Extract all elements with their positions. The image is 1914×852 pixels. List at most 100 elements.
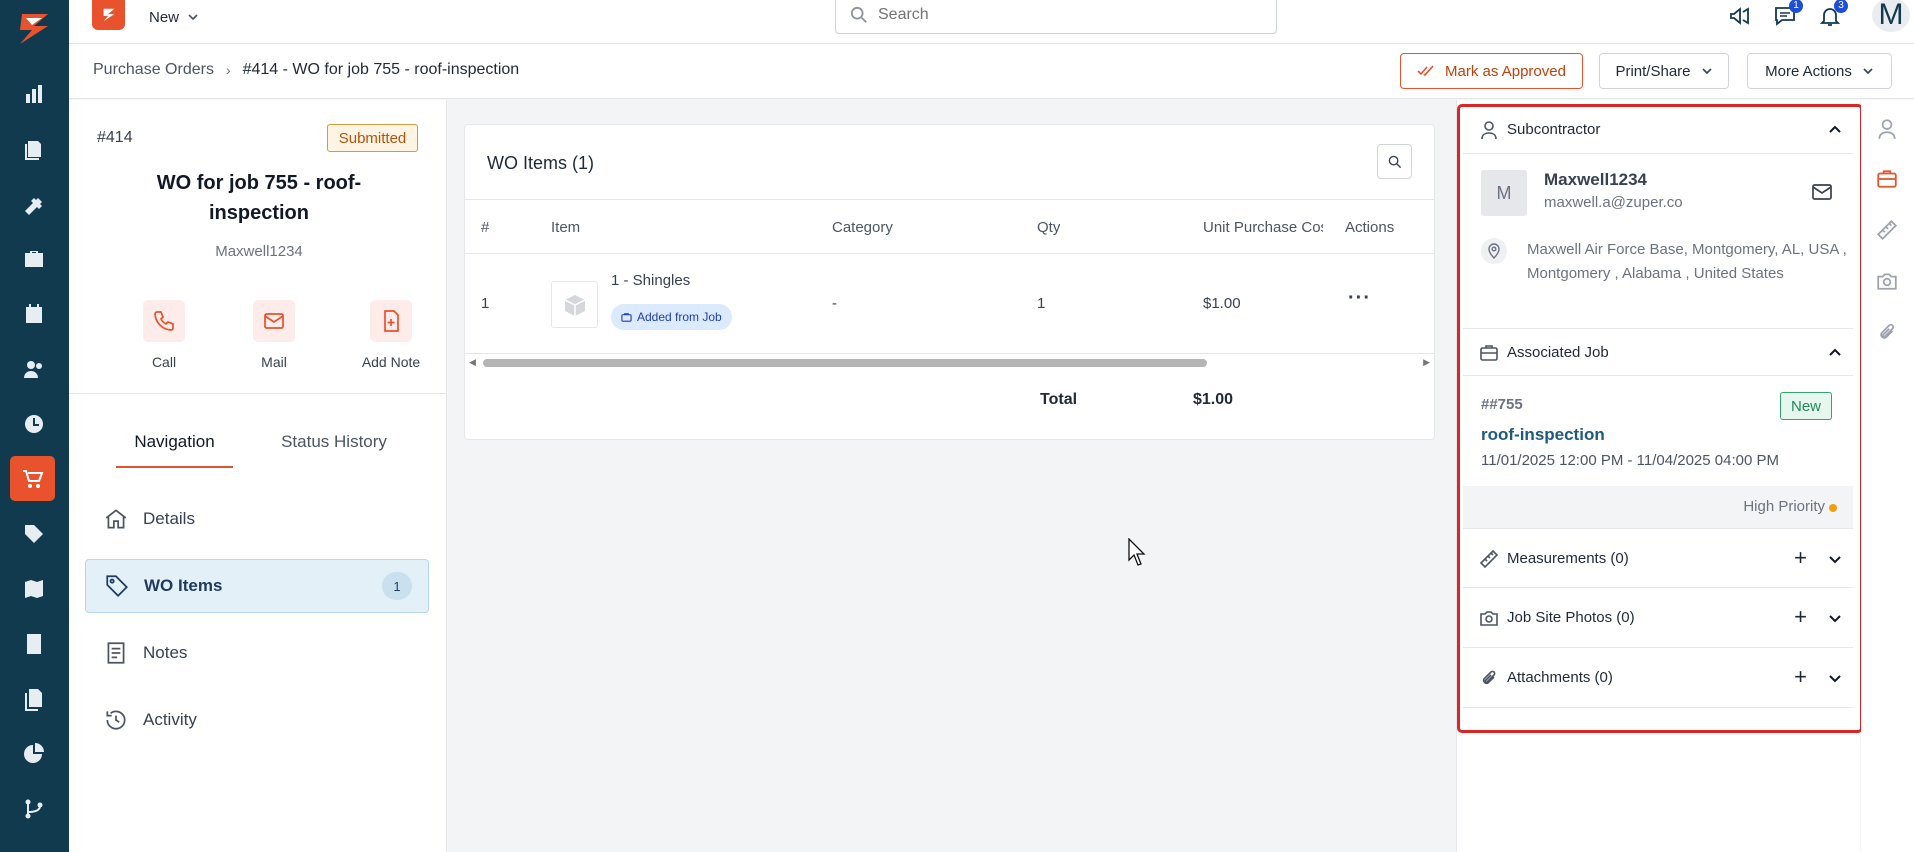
page-header: Purchase Orders › #414 - WO for job 755 … <box>69 44 1914 99</box>
camera-icon[interactable] <box>1876 270 1900 294</box>
add-note-icon <box>384 310 399 332</box>
measurements-section-header[interactable]: Measurements (0) + <box>1463 528 1853 588</box>
scroll-left-arrow[interactable]: ◀ <box>469 357 476 368</box>
map-icon[interactable] <box>18 573 50 605</box>
side-panel-tabs <box>1861 100 1914 852</box>
tools-icon[interactable] <box>18 188 50 220</box>
order-title: WO for job 755 - roof-inspection <box>156 172 362 224</box>
mail-icon[interactable] <box>1810 180 1834 204</box>
add-measurement-button[interactable]: + <box>1794 547 1807 569</box>
reports-icon[interactable] <box>18 738 50 770</box>
add-photo-button[interactable]: + <box>1794 606 1807 628</box>
chevron-down-icon[interactable] <box>1827 551 1843 567</box>
double-check-icon <box>1417 65 1434 77</box>
job-site-photos-heading: Job Site Photos (0) <box>1507 609 1635 626</box>
col-actions: Actions <box>1345 219 1395 236</box>
call-action[interactable]: Call <box>119 300 209 370</box>
tab-navigation[interactable]: Navigation <box>116 432 233 468</box>
chevron-down-icon <box>1863 68 1873 75</box>
chevron-up-icon[interactable] <box>1827 122 1843 138</box>
breadcrumb-parent[interactable]: Purchase Orders <box>93 61 214 79</box>
scroll-right-arrow[interactable]: ▶ <box>1423 357 1430 368</box>
print-share-button[interactable]: Print/Share <box>1599 53 1729 89</box>
print-share-label: Print/Share <box>1615 62 1691 80</box>
add-attachment-button[interactable]: + <box>1794 666 1807 688</box>
notes-icon <box>107 642 125 664</box>
nav-label: Notes <box>143 643 188 662</box>
user-icon[interactable] <box>1876 118 1900 142</box>
table-header: # Item Category Qty Unit Purchase Cost A… <box>465 199 1434 254</box>
search-input[interactable] <box>878 6 1258 24</box>
purchase-orders-icon[interactable] <box>10 456 55 501</box>
app-sidebar <box>0 0 69 852</box>
user-avatar[interactable]: M <box>1872 0 1910 32</box>
dashboard-icon[interactable] <box>18 78 50 110</box>
order-summary-panel: #414 Submitted WO for job 755 - roof-ins… <box>69 100 447 852</box>
nav-item-details[interactable]: Details <box>85 492 429 546</box>
app-badge-icon[interactable] <box>92 0 125 30</box>
documents-icon[interactable] <box>18 683 50 715</box>
status-badge: Submitted <box>327 124 418 152</box>
new-label: New <box>149 8 180 26</box>
horizontal-scrollbar[interactable]: ◀ ▶ <box>469 357 1430 369</box>
scroll-thumb[interactable] <box>483 359 1207 367</box>
subcontractor-email: maxwell.a@zuper.co <box>1544 194 1683 211</box>
chat-badge: 1 <box>1789 0 1803 13</box>
job-dates: 11/01/2025 12:00 PM - 11/04/2025 04:00 P… <box>1481 452 1779 469</box>
briefcase-icon[interactable] <box>18 243 50 275</box>
tab-status-history[interactable]: Status History <box>269 432 399 468</box>
timesheet-icon[interactable] <box>18 408 50 440</box>
chevron-down-icon <box>188 14 198 21</box>
jobs-icon[interactable] <box>18 133 50 165</box>
ruler-icon[interactable] <box>1876 219 1900 243</box>
associated-job-section-header[interactable]: Associated Job <box>1463 328 1853 376</box>
customers-icon[interactable] <box>18 353 50 385</box>
mark-approved-button[interactable]: Mark as Approved <box>1400 53 1583 89</box>
attachments-section-header[interactable]: Attachments (0) + <box>1463 648 1853 708</box>
item-name[interactable]: 1 - Shingles <box>611 272 690 289</box>
breadcrumb-current: #414 - WO for job 755 - roof-inspection <box>242 61 520 78</box>
mail-action[interactable]: Mail <box>229 300 319 370</box>
add-note-action[interactable]: Add Note <box>346 300 436 370</box>
chat-icon[interactable]: 1 <box>1771 0 1803 30</box>
more-actions-button[interactable]: More Actions <box>1747 53 1892 89</box>
row-actions-menu[interactable]: ··· <box>1348 287 1371 310</box>
total-label: Total <box>1040 391 1078 408</box>
subcontractor-section-header[interactable]: Subcontractor <box>1463 106 1853 154</box>
subcontractor-address: Maxwell Air Force Base, Montgomery, AL, … <box>1527 241 1847 282</box>
briefcase-icon <box>621 312 632 322</box>
nav-item-notes[interactable]: Notes <box>85 626 429 680</box>
notifications-icon[interactable]: 3 <box>1816 0 1848 30</box>
nav-item-activity[interactable]: Activity <box>85 693 429 747</box>
paperclip-icon[interactable] <box>1876 321 1900 345</box>
order-subcontractor: Maxwell1234 <box>215 243 303 260</box>
price-tag-icon[interactable] <box>18 518 50 550</box>
job-name-link[interactable]: roof-inspection <box>1481 425 1605 445</box>
job-number: ##755 <box>1481 396 1523 413</box>
top-bar: New 1 3 M <box>69 0 1914 44</box>
chevron-down-icon <box>1701 68 1712 75</box>
phone-icon <box>154 311 174 331</box>
workflow-icon[interactable] <box>18 793 50 825</box>
home-icon <box>105 509 127 529</box>
chevron-up-icon[interactable] <box>1827 345 1843 361</box>
subcontractor-name[interactable]: Maxwell1234 <box>1544 170 1647 190</box>
subcontractor-heading: Subcontractor <box>1507 121 1601 138</box>
wo-items-title: WO Items (1) <box>487 153 594 173</box>
wo-items-card: WO Items (1) # Item Category Qty Unit Pu… <box>464 124 1435 440</box>
tag-icon <box>106 575 128 597</box>
history-icon <box>106 710 126 730</box>
job-site-photos-section-header[interactable]: Job Site Photos (0) + <box>1463 588 1853 648</box>
briefcase-icon[interactable] <box>1876 168 1900 192</box>
chevron-down-icon[interactable] <box>1827 610 1843 626</box>
items-search-button[interactable] <box>1377 144 1412 179</box>
global-search[interactable] <box>835 0 1277 34</box>
new-dropdown[interactable]: New <box>149 6 199 28</box>
nav-label: Details <box>143 509 195 528</box>
chevron-down-icon[interactable] <box>1827 670 1843 686</box>
calendar-icon[interactable] <box>18 298 50 330</box>
nav-item-wo-items[interactable]: WO Items 1 <box>85 559 429 613</box>
zuper-logo[interactable] <box>12 6 56 50</box>
announcements-icon[interactable] <box>1726 2 1754 30</box>
calculator-icon[interactable] <box>18 628 50 660</box>
